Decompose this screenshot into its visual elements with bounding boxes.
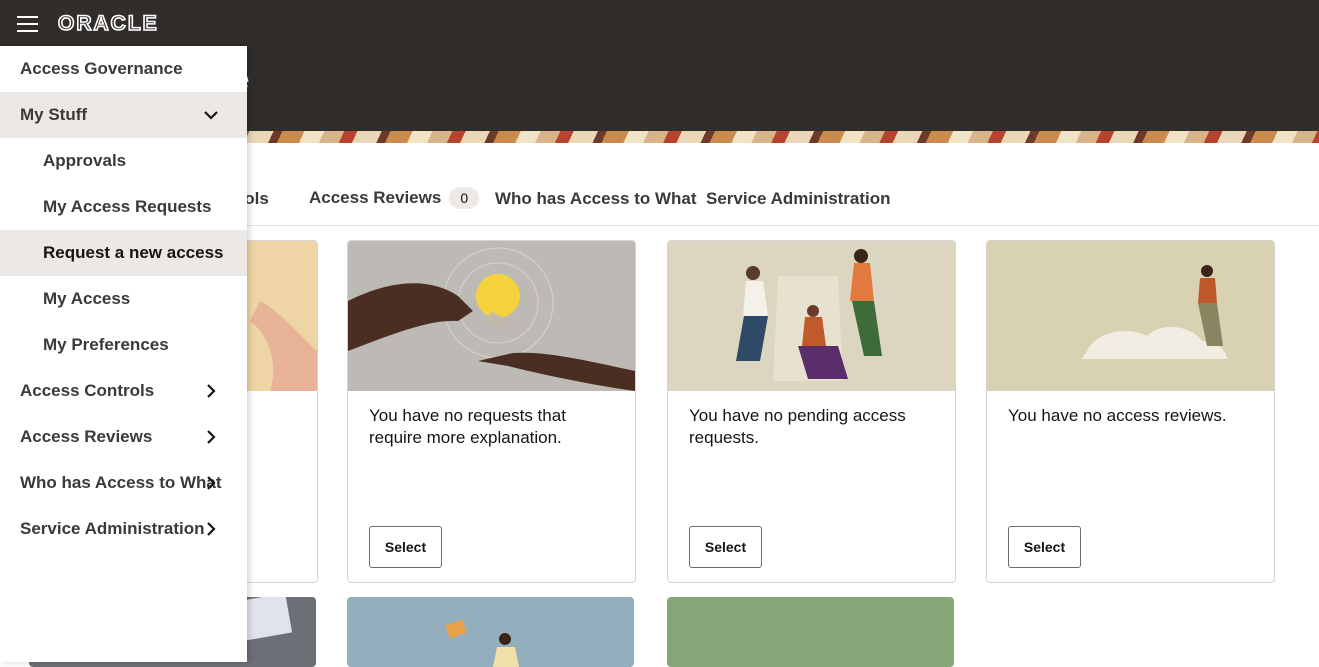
card-illustration bbox=[348, 241, 635, 391]
menu-item-who-has-access[interactable]: Who has Access to What bbox=[0, 460, 247, 506]
oracle-logo: ORACLE bbox=[57, 11, 192, 38]
menu-item-approvals[interactable]: Approvals bbox=[0, 138, 247, 184]
svg-text:ORACLE: ORACLE bbox=[58, 13, 159, 33]
card-text: You have no requests that require more e… bbox=[369, 406, 566, 447]
card-text: You have no access reviews. bbox=[1008, 406, 1227, 425]
card-illustration bbox=[445, 619, 519, 667]
select-button[interactable]: Select bbox=[1008, 526, 1081, 568]
menu-item-my-access-requests[interactable]: My Access Requests bbox=[0, 184, 247, 230]
select-button[interactable]: Select bbox=[369, 526, 442, 568]
card-illustration bbox=[987, 241, 1274, 391]
count-badge: 0 bbox=[449, 187, 480, 209]
tab-label: Access Reviews bbox=[309, 188, 442, 207]
tab-access-reviews[interactable]: Access Reviews 0 bbox=[309, 187, 480, 209]
menu-item-my-access[interactable]: My Access bbox=[0, 276, 247, 322]
tab-service-administration[interactable]: Service Administration bbox=[706, 189, 891, 209]
chevron-right-icon bbox=[207, 430, 216, 444]
top-bar: ORACLE bbox=[0, 0, 1319, 46]
side-navigation-menu: Access Governance My Stuff Approvals My … bbox=[0, 46, 247, 662]
chevron-down-icon bbox=[204, 111, 218, 120]
tab-who-has-access[interactable]: Who has Access to What bbox=[495, 189, 697, 209]
chevron-right-icon bbox=[207, 476, 216, 490]
card-row2-3 bbox=[667, 597, 954, 667]
menu-title-access-governance[interactable]: Access Governance bbox=[0, 46, 247, 92]
card-explanation-requests: You have no requests that require more e… bbox=[347, 240, 636, 583]
menu-item-access-controls[interactable]: Access Controls bbox=[0, 368, 247, 414]
menu-item-request-new-access[interactable]: Request a new access bbox=[0, 230, 247, 276]
menu-item-my-stuff[interactable]: My Stuff bbox=[0, 92, 247, 138]
card-row2-2 bbox=[347, 597, 634, 667]
menu-item-my-preferences[interactable]: My Preferences bbox=[0, 322, 247, 368]
menu-item-access-reviews[interactable]: Access Reviews bbox=[0, 414, 247, 460]
hamburger-menu-icon[interactable] bbox=[17, 15, 39, 32]
chevron-right-icon bbox=[207, 384, 216, 398]
select-button[interactable]: Select bbox=[689, 526, 762, 568]
card-pending-requests: You have no pending access requests. Sel… bbox=[667, 240, 956, 583]
card-access-reviews: You have no access reviews. Select bbox=[986, 240, 1275, 583]
chevron-right-icon bbox=[207, 522, 216, 536]
menu-item-service-administration[interactable]: Service Administration bbox=[0, 506, 247, 552]
card-text: You have no pending access requests. bbox=[689, 406, 906, 447]
card-illustration bbox=[668, 241, 955, 391]
